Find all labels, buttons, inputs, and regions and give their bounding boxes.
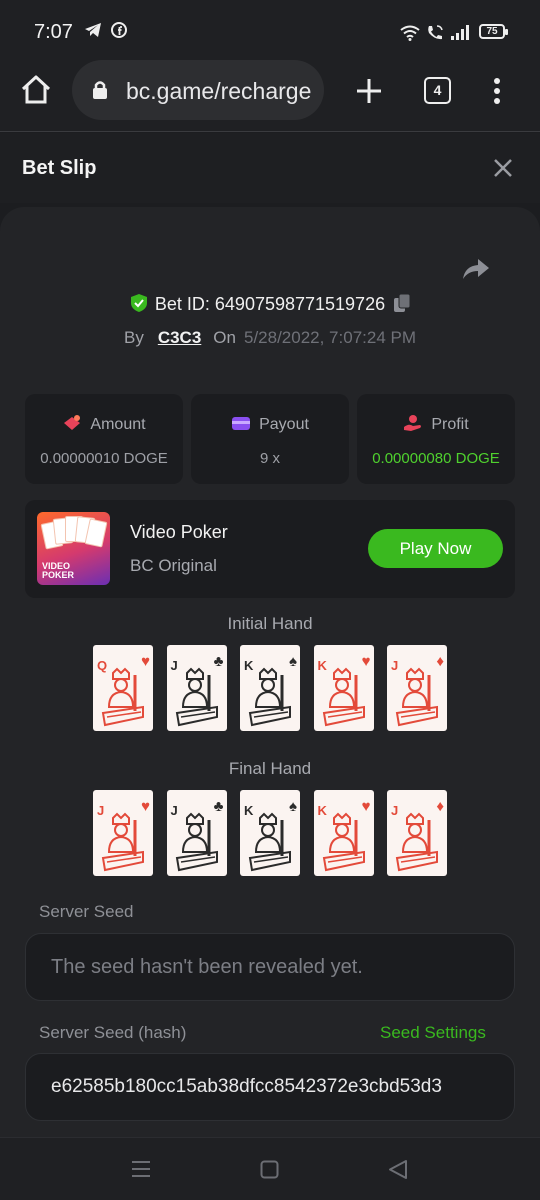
playing-card: K ♠	[240, 645, 300, 731]
copy-icon[interactable]	[393, 293, 411, 313]
playing-card: J ♣	[166, 790, 227, 876]
facebook-icon	[111, 22, 127, 38]
bet-details-panel: Bet ID: 64907598771519726 By C3C3 On 5/28/2…	[0, 207, 540, 1137]
close-icon[interactable]	[492, 157, 514, 179]
bet-slip-header: Bet Slip	[0, 133, 540, 203]
home-icon[interactable]	[20, 75, 52, 105]
url-text[interactable]: bc.game/recharge	[126, 78, 311, 105]
server-seed-hash-field[interactable]: e62585b180cc15ab38dfcc8542372e3cbd53d3	[25, 1053, 515, 1121]
browser-toolbar: bc.game/recharge 4	[0, 60, 540, 132]
stat-label: Payout	[259, 416, 309, 433]
card-figure-icon	[322, 667, 365, 727]
card-figure-icon	[322, 812, 365, 872]
wallet-icon	[232, 417, 251, 430]
status-time: 7:07	[34, 21, 73, 43]
stat-value: 0.00000010 DOGE	[40, 450, 168, 467]
playing-card: J ♦	[387, 790, 447, 876]
system-nav-bar	[0, 1137, 540, 1200]
playing-card: K ♠	[240, 790, 300, 876]
stat-value: 9 x	[259, 450, 280, 467]
telegram-icon	[85, 23, 101, 37]
video-poker-thumbnail[interactable]: VIDEO POKER	[37, 512, 110, 585]
game-card: VIDEO POKER Video Poker BC Original Play …	[25, 500, 515, 598]
server-seed-hash-value: e62585b180cc15ab38dfcc8542372e3cbd53d3	[51, 1076, 442, 1097]
playing-card: K ♥	[313, 790, 374, 876]
play-now-button[interactable]: Play Now	[368, 529, 503, 568]
stat-value: 0.00000080 DOGE	[372, 450, 500, 467]
profit-hand-icon	[404, 415, 422, 431]
stat-payout: Payout 9 x	[191, 394, 349, 484]
card-figure-icon	[175, 812, 218, 872]
recent-apps-icon[interactable]	[131, 1160, 151, 1178]
final-hand: J ♥ J ♣ K ♠ K ♥ J ♦	[93, 790, 447, 876]
username-link[interactable]: C3C3	[158, 328, 201, 347]
bet-date: 5/28/2022, 7:07:24 PM	[243, 328, 417, 347]
initial-hand: Q ♥ J ♣ K ♠ K ♥ J ♦	[93, 645, 447, 731]
server-seed-placeholder: The seed hasn't been revealed yet.	[51, 956, 363, 978]
game-name: Video Poker	[130, 522, 228, 542]
playing-card: J ♣	[166, 645, 227, 731]
playing-card: Q ♥	[93, 645, 153, 731]
card-figure-icon	[175, 667, 218, 727]
verified-shield-icon	[130, 294, 147, 312]
initial-hand-title: Initial Hand	[227, 614, 313, 633]
more-menu-icon[interactable]	[493, 77, 501, 105]
server-seed-field[interactable]: The seed hasn't been revealed yet.	[25, 933, 515, 1001]
card-figure-icon	[101, 812, 144, 872]
back-icon[interactable]	[388, 1159, 408, 1180]
stat-profit: Profit 0.00000080 DOGE	[357, 394, 515, 484]
by-label: By	[123, 328, 144, 347]
stat-label: Profit	[431, 416, 469, 433]
bet-id: Bet ID: 64907598771519726	[154, 294, 386, 314]
card-figure-icon	[248, 667, 291, 727]
wifi-icon	[400, 25, 420, 41]
on-label: On	[213, 328, 236, 347]
card-figure-icon	[248, 812, 291, 872]
amount-icon	[64, 415, 81, 430]
thumb-text-2: POKER	[42, 570, 75, 580]
bet-byline: By C3C3 On 5/28/2022, 7:07:24 PM	[0, 328, 540, 348]
bet-id-row: Bet ID: 64907598771519726	[0, 293, 540, 315]
page-title: Bet Slip	[22, 157, 97, 179]
card-figure-icon	[101, 667, 144, 727]
signal-icon	[451, 25, 469, 40]
server-seed-hash-label: Server Seed (hash)	[39, 1023, 187, 1042]
new-tab-icon[interactable]	[355, 77, 383, 105]
wifi-call-icon	[428, 25, 443, 40]
playing-card: J ♦	[387, 645, 447, 731]
playing-card: K ♥	[313, 645, 374, 731]
status-bar: 7:07 75	[0, 0, 540, 60]
game-provider: BC Original	[130, 556, 217, 575]
stat-label: Amount	[90, 416, 146, 433]
tab-switcher-button[interactable]: 4	[424, 77, 451, 104]
card-figure-icon	[395, 667, 438, 727]
stat-amount: Amount 0.00000010 DOGE	[25, 394, 183, 484]
address-bar[interactable]: bc.game/recharge	[72, 60, 324, 120]
playing-card: J ♥	[93, 790, 153, 876]
final-hand-title: Final Hand	[228, 759, 312, 778]
lock-icon	[93, 81, 107, 99]
home-nav-icon[interactable]	[260, 1160, 279, 1179]
share-icon[interactable]	[462, 257, 490, 281]
battery-icon: 75	[479, 24, 508, 39]
server-seed-label: Server Seed	[39, 902, 134, 921]
card-figure-icon	[395, 812, 438, 872]
seed-settings-link[interactable]: Seed Settings	[380, 1023, 486, 1043]
